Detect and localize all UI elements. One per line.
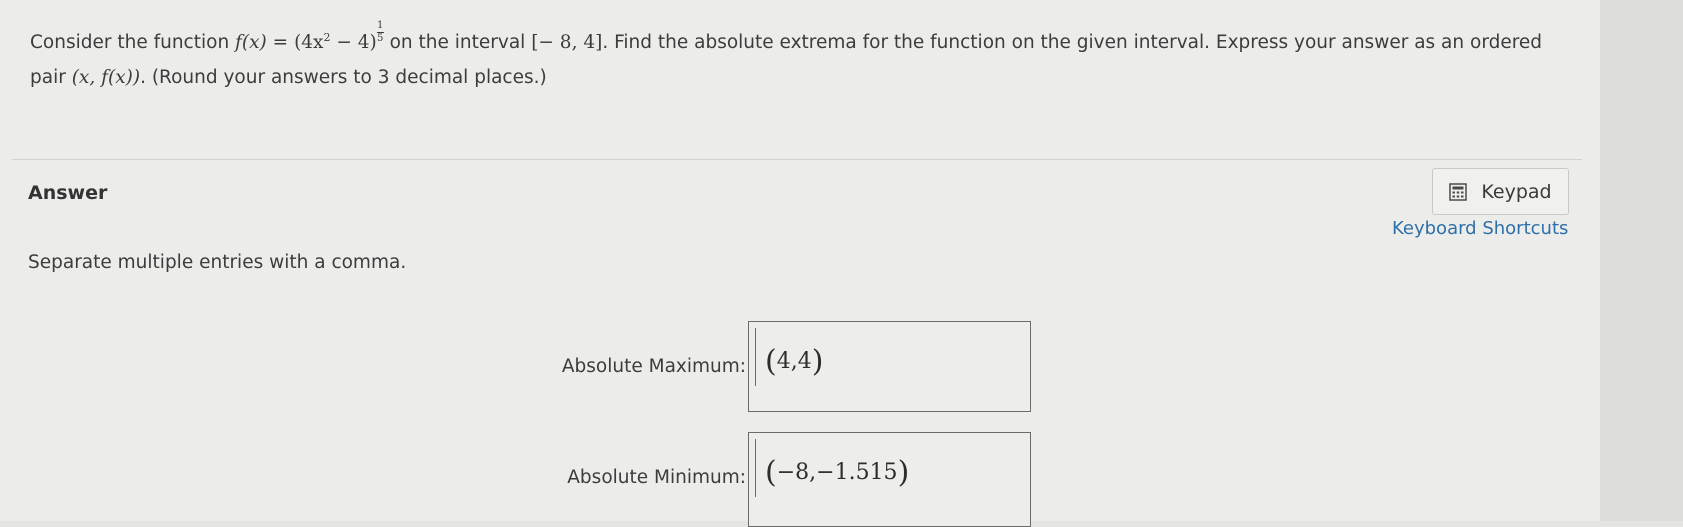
calculator-icon [1449,182,1468,201]
absolute-minimum-field[interactable]: (−8,−1.515) [748,432,1031,527]
pair-notation: (x, f(x)) [71,67,141,89]
input-cursor-line [755,439,756,497]
input-cursor-line [755,328,756,386]
absolute-maximum-value: (4,4) [765,344,824,379]
keyboard-shortcuts-link[interactable]: Keyboard Shortcuts [1392,218,1568,239]
absolute-minimum-value: (−8,−1.515) [765,455,910,490]
interval: [− 8, 4] [531,32,603,54]
absolute-minimum-label: Absolute Minimum: [567,467,746,488]
absolute-maximum-label: Absolute Maximum: [561,356,746,377]
answer-heading: Answer [28,182,108,204]
function-expression: (4x2 − 4) [294,31,377,54]
entry-hint: Separate multiple entries with a comma. [28,252,407,273]
function-name: f(x) [235,32,267,54]
question-text: Consider the function f(x) = (4x2 − 4) 1 5… [30,19,1543,89]
absolute-maximum-field[interactable]: (4,4) [748,321,1031,412]
keypad-button[interactable]: Keypad [1432,168,1569,215]
exponent-fraction: 15 [376,19,384,44]
keypad-label: Keypad [1481,180,1552,203]
section-divider [12,159,1582,160]
page-margin [1600,0,1683,521]
